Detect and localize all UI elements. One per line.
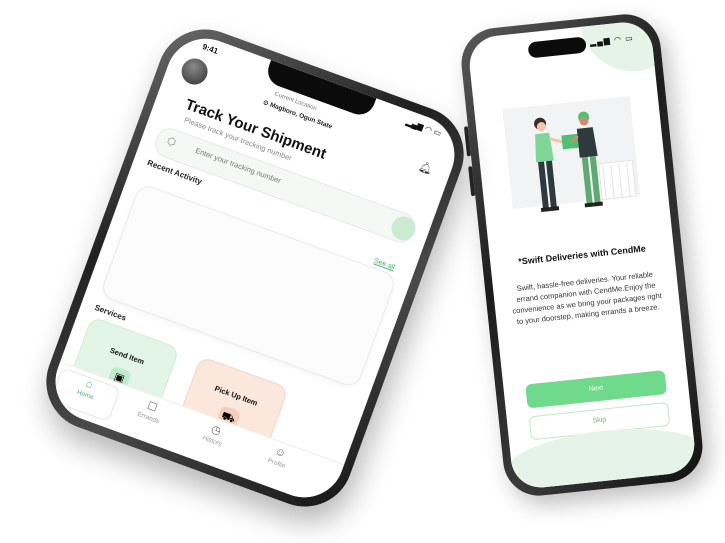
nav-errands[interactable]: ☐ Errands	[119, 390, 183, 431]
dynamic-island	[527, 36, 587, 59]
bell-icon[interactable]: 🔔︎	[417, 159, 435, 176]
next-button[interactable]: Next	[525, 370, 667, 409]
nav-profile[interactable]: ☺ Profile	[247, 437, 311, 477]
package-icon: ⬡	[165, 135, 178, 149]
status-time: 9:41	[201, 42, 220, 56]
home-phone: 9:41 ▂▄▆ ◠ ▭ Current Location ⊙ Magboro,…	[32, 15, 478, 521]
onboarding-phone: ▂▄▆ ◠ ▭ *Swift Deliveries with CendMe Sw…	[457, 10, 707, 500]
delivery-illustration	[502, 96, 641, 213]
avatar[interactable]	[177, 54, 212, 89]
onboarding-description: Swift, hassle-free deliveries. Your reli…	[511, 269, 663, 327]
onboarding-title: *Swift Deliveries with CendMe	[517, 243, 647, 267]
search-button[interactable]	[388, 213, 419, 244]
